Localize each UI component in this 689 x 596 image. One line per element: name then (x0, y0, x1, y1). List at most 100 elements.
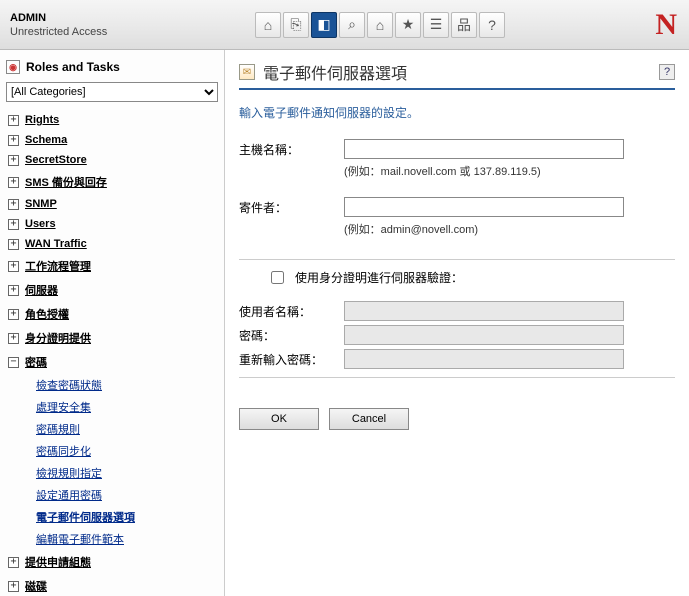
from-row: 寄件者： (例如：admin@novell.com) (239, 197, 675, 251)
home-icon[interactable]: ⌂ (255, 12, 281, 38)
mail-settings-icon: ✉ (239, 64, 255, 80)
pass-input (344, 325, 624, 345)
host-hint: (例如：mail.novell.com 或 137.89.119.5) (344, 163, 675, 179)
book-icon[interactable]: ◧ (311, 12, 337, 38)
tree-item[interactable]: + SNMP (6, 194, 218, 214)
tree-item-label[interactable]: Rights (25, 114, 59, 126)
subtree-item[interactable]: 檢視規則指定 (26, 462, 218, 484)
from-hint: (例如：admin@novell.com) (344, 221, 675, 237)
tree-item[interactable]: + 伺服器 (6, 278, 218, 302)
exit-icon[interactable]: ⎘ (283, 12, 309, 38)
tree-item[interactable]: + SecretStore (6, 150, 218, 170)
tree-item[interactable]: + Rights (6, 110, 218, 130)
cancel-button[interactable]: Cancel (329, 408, 409, 430)
novell-logo: N (655, 8, 677, 42)
tree-item-label[interactable]: Users (25, 218, 56, 230)
divider-bottom (239, 377, 675, 378)
auth-checkbox-label: 使用身分證明進行伺服器驗證： (295, 269, 463, 286)
content-pane: ✉ 電子郵件伺服器選項 ? 輸入電子郵件通知伺服器的設定。 主機名稱： (例如：… (225, 50, 689, 596)
expand-icon[interactable]: + (8, 219, 19, 230)
button-row: OK Cancel (239, 408, 675, 430)
tree-icon[interactable]: 品 (451, 12, 477, 38)
sidebar: ◉ Roles and Tasks [All Categories] + Righ… (0, 50, 225, 596)
host-label: 主機名稱： (239, 139, 334, 158)
tree-item[interactable]: + 磁碟 (6, 574, 218, 596)
expand-icon[interactable]: + (8, 557, 19, 568)
tree-item-label[interactable]: 密碼 (25, 354, 47, 370)
expand-icon[interactable]: + (8, 155, 19, 166)
help-icon[interactable]: ? (479, 12, 505, 38)
nav-tree: + Rights + Schema + SecretStore + SMS 備份與回存 + SNM… (4, 108, 220, 596)
user-input (344, 301, 624, 321)
sidebar-header: ◉ Roles and Tasks (4, 56, 220, 82)
tree-item-label[interactable]: 角色授權 (25, 306, 69, 322)
pass2-label: 重新輸入密碼： (239, 349, 334, 368)
collapse-icon[interactable]: − (8, 357, 19, 368)
tree-item[interactable]: + Schema (6, 130, 218, 150)
expand-icon[interactable]: + (8, 581, 19, 592)
page-title: 電子郵件伺服器選項 (263, 60, 407, 84)
header-identity: ADMIN Unrestricted Access (0, 6, 225, 44)
intro-text: 輸入電子郵件通知伺服器的設定。 (239, 104, 675, 121)
expand-icon[interactable]: + (8, 239, 19, 250)
title-underline (239, 88, 675, 90)
category-select[interactable]: [All Categories] (6, 82, 218, 102)
search-icon[interactable]: ⌕ (339, 12, 365, 38)
tree-item-label[interactable]: SecretStore (25, 154, 87, 166)
subtree-item[interactable]: 檢查密碼狀態 (26, 374, 218, 396)
tools-icon[interactable]: ⌂ (367, 12, 393, 38)
roles-icon: ◉ (6, 60, 20, 74)
expand-icon[interactable]: + (8, 177, 19, 188)
expand-icon[interactable]: + (8, 285, 19, 296)
subtree-item[interactable]: 密碼規則 (26, 418, 218, 440)
tree-item-label[interactable]: SNMP (25, 198, 57, 210)
user-label: 使用者名稱： (239, 301, 334, 320)
pass2-input (344, 349, 624, 369)
tree-item-label[interactable]: WAN Traffic (25, 238, 87, 250)
auth-checkbox[interactable] (271, 271, 284, 284)
pass-row: 密碼： (239, 325, 675, 345)
subtree-item[interactable]: 電子郵件伺服器選項 (26, 506, 218, 528)
host-row: 主機名稱： (例如：mail.novell.com 或 137.89.119.5… (239, 139, 675, 193)
tree-item[interactable]: + 角色授權 (6, 302, 218, 326)
expand-icon[interactable]: + (8, 333, 19, 344)
tree-item-label[interactable]: 磁碟 (25, 578, 47, 594)
tree-item-label[interactable]: Schema (25, 134, 67, 146)
expand-icon[interactable]: + (8, 199, 19, 210)
tree-item[interactable]: + SMS 備份與回存 (6, 170, 218, 194)
expand-icon[interactable]: + (8, 261, 19, 272)
subtree-item[interactable]: 處理安全集 (26, 396, 218, 418)
main-layout: ◉ Roles and Tasks [All Categories] + Righ… (0, 50, 689, 596)
pass-label: 密碼： (239, 325, 334, 344)
subtree-item[interactable]: 設定通用密碼 (26, 484, 218, 506)
user-row: 使用者名稱： (239, 301, 675, 321)
expand-icon[interactable]: + (8, 135, 19, 146)
list-icon[interactable]: ☰ (423, 12, 449, 38)
toolbar: ⌂⎘◧⌕⌂★☰品? (225, 12, 505, 38)
host-input[interactable] (344, 139, 624, 159)
tree-item-label[interactable]: 工作流程管理 (25, 258, 91, 274)
tree-item[interactable]: + 提供申請組態 (6, 550, 218, 574)
sidebar-title: Roles and Tasks (26, 60, 120, 74)
tree-item-label[interactable]: 伺服器 (25, 282, 58, 298)
tree-item[interactable]: + 工作流程管理 (6, 254, 218, 278)
subtree-item[interactable]: 編輯電子郵件範本 (26, 528, 218, 550)
tree-item[interactable]: + WAN Traffic (6, 234, 218, 254)
pass2-row: 重新輸入密碼： (239, 349, 675, 369)
access-level: Unrestricted Access (10, 26, 215, 38)
help-button[interactable]: ? (659, 64, 675, 80)
tree-item[interactable]: −密碼 (6, 350, 218, 374)
app-title: ADMIN (10, 12, 215, 24)
tree-item-label[interactable]: SMS 備份與回存 (25, 174, 107, 190)
expand-icon[interactable]: + (8, 309, 19, 320)
from-input[interactable] (344, 197, 624, 217)
ok-button[interactable]: OK (239, 408, 319, 430)
subtree-item[interactable]: 密碼同步化 (26, 440, 218, 462)
tree-item-label[interactable]: 身分證明提供 (25, 330, 91, 346)
tree-item[interactable]: + Users (6, 214, 218, 234)
favorite-icon[interactable]: ★ (395, 12, 421, 38)
tree-item[interactable]: + 身分證明提供 (6, 326, 218, 350)
category-select-wrap: [All Categories] (4, 82, 220, 108)
expand-icon[interactable]: + (8, 115, 19, 126)
tree-item-label[interactable]: 提供申請組態 (25, 554, 91, 570)
